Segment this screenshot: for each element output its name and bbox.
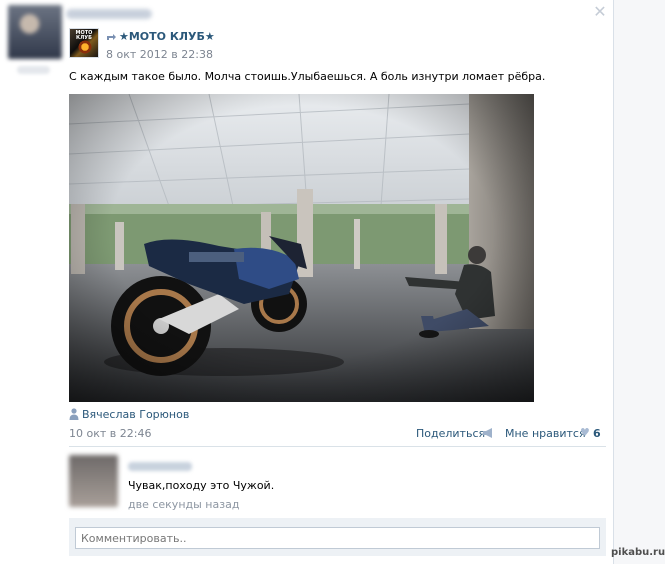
- megaphone-icon[interactable]: [482, 427, 494, 439]
- page-right-border: [613, 0, 614, 564]
- post-timestamp[interactable]: 10 окт в 22:46: [69, 427, 151, 440]
- like-button[interactable]: Мне нравится: [505, 427, 586, 440]
- reply-avatar[interactable]: [69, 455, 118, 507]
- reply-text: Чувак,походу это Чужой.: [128, 479, 275, 492]
- post-date[interactable]: 8 окт 2012 в 22:38: [106, 48, 213, 61]
- reposter-date-blurred: [17, 66, 50, 74]
- heart-icon[interactable]: ♥: [580, 426, 590, 439]
- author-link[interactable]: Вячеслав Горюнов: [82, 408, 189, 421]
- watermark: pikabu.ru: [611, 547, 665, 558]
- group-avatar-motorcycle-graphic: [77, 40, 93, 54]
- like-count[interactable]: 6: [593, 427, 601, 440]
- post-photo[interactable]: [69, 94, 534, 402]
- share-button[interactable]: Поделиться: [416, 427, 485, 440]
- group-avatar[interactable]: МОТО КЛУБ: [69, 28, 99, 58]
- reposter-avatar[interactable]: [8, 5, 62, 59]
- reposter-name-blurred[interactable]: [66, 9, 152, 19]
- user-icon: [69, 408, 79, 420]
- post-text: С каждым такое было. Молча стоишь.Улыбае…: [69, 70, 546, 83]
- group-name-link[interactable]: ★МОТО КЛУБ★: [119, 30, 215, 43]
- replies-divider: [69, 446, 606, 447]
- motorcycle-photo-illustration: [69, 94, 534, 402]
- reply-author-blurred[interactable]: [128, 462, 192, 471]
- reply-timestamp[interactable]: две секунды назад: [128, 498, 239, 511]
- comment-input[interactable]: [75, 527, 600, 549]
- page-right-gutter: [614, 0, 665, 564]
- close-icon[interactable]: ✕: [592, 4, 608, 20]
- share-arrow-icon: [106, 31, 117, 42]
